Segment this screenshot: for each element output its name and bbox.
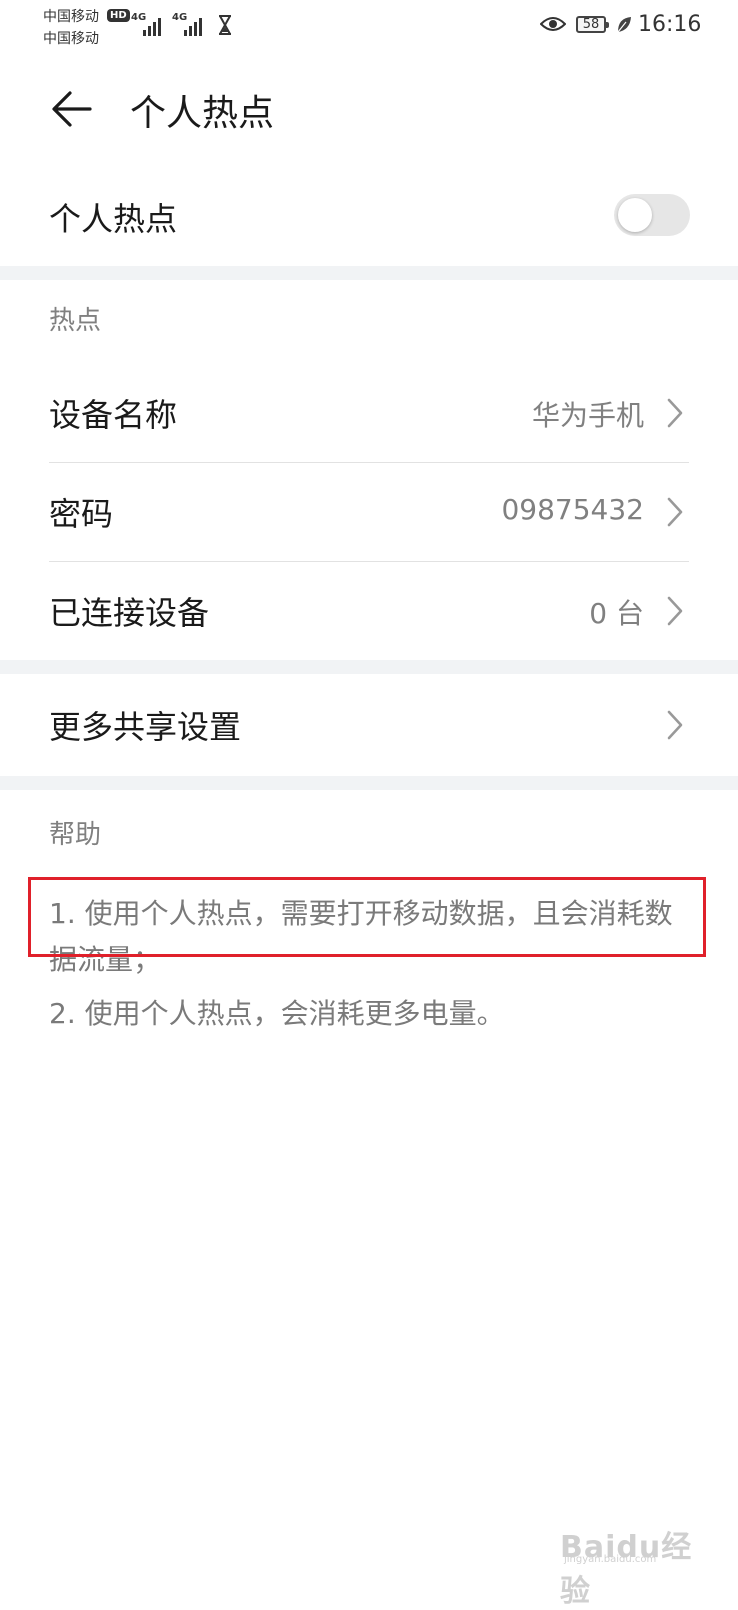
- page-title: 个人热点: [130, 93, 275, 134]
- connected-devices-row[interactable]: 已连接设备 0 台: [0, 562, 738, 660]
- toggle-knob: [618, 198, 652, 232]
- signal-icon: 4G: [172, 12, 208, 36]
- password-label: 密码: [49, 495, 114, 533]
- section-header-help: 帮助: [49, 820, 102, 850]
- watermark-text: Baidu经验: [560, 1530, 693, 1609]
- baidu-watermark-logo: Baidu经验 jingyan.baidu.com: [560, 1508, 710, 1609]
- device-name-value: 华为手机: [531, 399, 644, 432]
- battery-icon: 58: [576, 16, 609, 33]
- arrow-left-icon: [52, 91, 92, 127]
- carrier-label-1: 中国移动: [43, 9, 99, 25]
- watermark-subtext: jingyan.baidu.com: [564, 1554, 657, 1565]
- battery-level: 58: [582, 17, 600, 32]
- connected-devices-label: 已连接设备: [49, 594, 210, 632]
- section-divider: [0, 776, 738, 790]
- password-row[interactable]: 密码 09875432: [0, 463, 738, 561]
- hotspot-toggle-switch[interactable]: [614, 194, 690, 236]
- signal-type-label: 4G: [131, 12, 147, 23]
- signal-type-label: 4G: [172, 12, 188, 23]
- section-divider: [0, 266, 738, 280]
- chevron-right-icon: [667, 398, 683, 428]
- more-sharing-settings-label: 更多共享设置: [49, 708, 242, 746]
- signal-icon: 4G: [131, 12, 167, 36]
- leaf-icon: [617, 17, 631, 33]
- hotspot-toggle-label: 个人热点: [49, 200, 178, 238]
- carrier-label-2: 中国移动: [43, 31, 99, 47]
- connected-devices-value: 0 台: [589, 597, 644, 630]
- highlight-annotation-box: [28, 877, 706, 957]
- app-bar: 个人热点: [0, 56, 738, 166]
- help-item: 2. 使用个人热点，会消耗更多电量。: [49, 997, 505, 1030]
- chevron-right-icon: [667, 596, 683, 626]
- device-name-label: 设备名称: [49, 396, 178, 434]
- password-value: 09875432: [501, 493, 644, 526]
- hotspot-toggle-row: 个人热点: [0, 166, 738, 266]
- hourglass-icon: [219, 15, 231, 35]
- device-name-row[interactable]: 设备名称 华为手机: [0, 364, 738, 462]
- section-divider: [0, 660, 738, 674]
- chevron-right-icon: [667, 710, 683, 740]
- back-button[interactable]: [48, 86, 96, 134]
- clock: 16:16: [638, 12, 702, 37]
- hd-badge: HD: [107, 9, 130, 22]
- eye-icon: [540, 17, 566, 31]
- status-bar: 中国移动 中国移动 HD 4G 4G 58 16:16: [0, 0, 738, 56]
- section-header-hotspot: 热点: [49, 306, 102, 336]
- chevron-right-icon: [667, 497, 683, 527]
- more-sharing-settings-row[interactable]: 更多共享设置: [0, 676, 738, 774]
